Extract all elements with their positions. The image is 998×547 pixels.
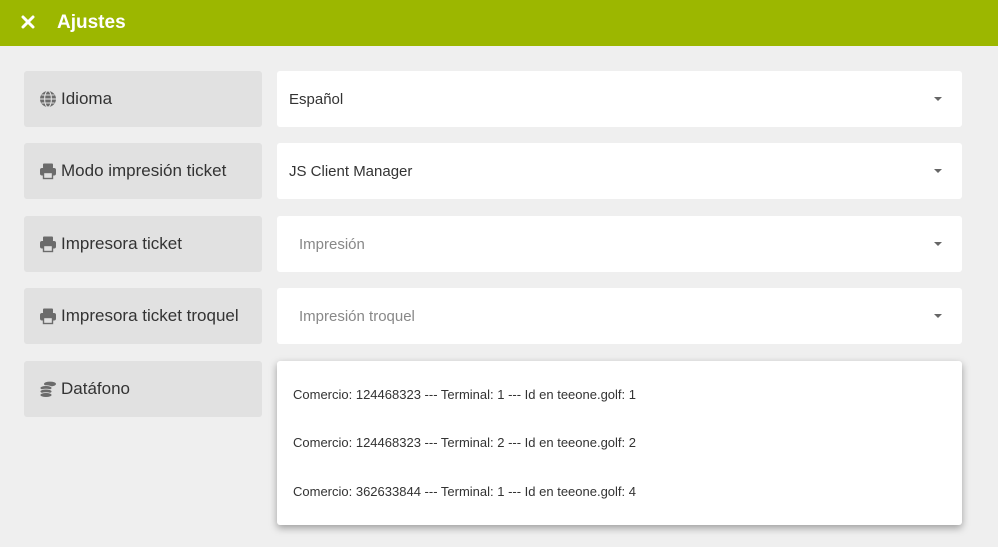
caret-down-icon [934,97,942,101]
close-icon [21,15,35,29]
setting-label-impresora-troquel: Impresora ticket troquel [24,288,262,344]
page-title: Ajustes [57,12,126,33]
modo-impresion-select-value: JS Client Manager [289,162,413,180]
setting-label-idioma: Idioma [24,71,262,127]
setting-label-datafono: Datáfono [24,361,262,417]
impresora-ticket-placeholder: Impresión [299,235,365,253]
close-button[interactable] [18,12,38,32]
idioma-select-value: Español [289,90,344,108]
setting-label-text: Impresora ticket [61,234,182,253]
impresora-troquel-placeholder: Impresión troquel [299,307,415,325]
caret-down-icon [934,242,942,246]
header-bar: Ajustes [0,0,998,46]
datafono-option[interactable]: Comercio: 124468323 --- Terminal: 1 --- … [277,370,962,419]
caret-down-icon [934,169,942,173]
globe-icon [38,89,58,109]
modo-impresion-select[interactable]: JS Client Manager [277,143,962,199]
setting-label-text: Modo impresión ticket [61,161,227,180]
coins-icon [38,379,58,399]
idioma-select[interactable]: Español [277,71,962,127]
datafono-option[interactable]: Comercio: 124468323 --- Terminal: 2 --- … [277,419,962,468]
printer-icon [38,306,58,326]
impresora-troquel-select[interactable]: Impresión troquel [277,288,962,344]
impresora-ticket-select[interactable]: Impresión [277,216,962,272]
setting-label-text: Impresora ticket troquel [61,306,239,325]
datafono-option[interactable]: Comercio: 362633844 --- Terminal: 1 --- … [277,467,962,516]
setting-label-text: Datáfono [61,379,130,398]
printer-icon [38,234,58,254]
setting-label-modo-impresion: Modo impresión ticket [24,143,262,199]
setting-label-impresora-ticket: Impresora ticket [24,216,262,272]
caret-down-icon [934,314,942,318]
setting-label-text: Idioma [61,89,113,108]
printer-icon [38,161,58,181]
datafono-dropdown-menu: Comercio: 124468323 --- Terminal: 1 --- … [277,361,962,525]
